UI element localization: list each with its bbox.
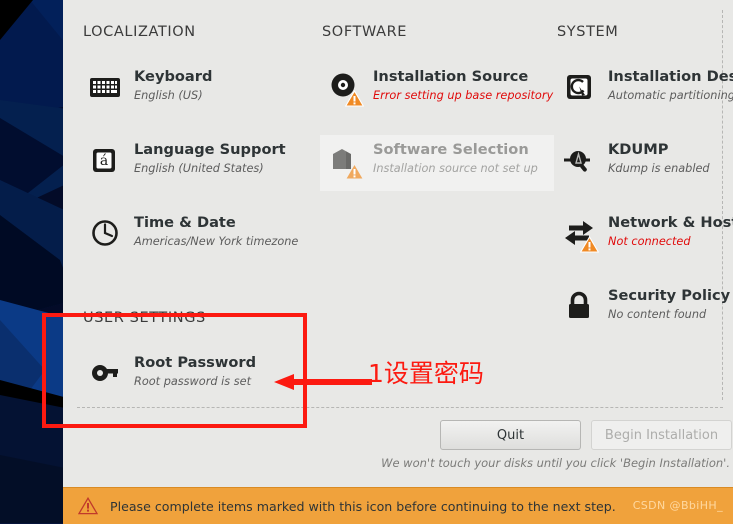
warning-triangle-icon — [345, 90, 364, 107]
hub-content-area: LOCALIZATION Keyboard English (US) á Lan… — [63, 0, 733, 485]
spoke-status: Americas/New York timezone — [134, 234, 299, 248]
spoke-software-selection[interactable]: Software Selection Installation source n… — [320, 135, 554, 191]
keyboard-icon — [87, 69, 123, 105]
column-system: SYSTEM Installation Destination Automati… — [555, 24, 733, 354]
spoke-text: Root Password Root password is set — [134, 354, 256, 388]
column-user-settings: USER SETTINGS Root Password Root passwor… — [81, 310, 311, 421]
time-and-date-clock-icon — [87, 215, 123, 251]
spoke-title: Root Password — [134, 354, 257, 371]
installation-destination-disk-icon — [561, 69, 597, 105]
spoke-kdump[interactable]: KDUMP Kdump is enabled — [555, 135, 733, 191]
spoke-text: KDUMP Kdump is enabled — [608, 141, 710, 175]
installation-summary-window: LOCALIZATION Keyboard English (US) á Lan… — [63, 0, 733, 523]
spoke-installation-destination[interactable]: Installation Destination Automatic parti… — [555, 62, 733, 118]
spoke-root-password[interactable]: Root Password Root password is set — [81, 348, 311, 404]
column-title-system: SYSTEM — [557, 24, 619, 40]
spoke-installation-source[interactable]: Installation Source Error setting up bas… — [320, 62, 553, 118]
annotation-label: 1设置密码 — [368, 359, 484, 388]
column-localization: LOCALIZATION Keyboard English (US) á Lan… — [81, 24, 303, 281]
installation-source-disc-icon — [326, 69, 364, 107]
spoke-text: Installation Source Error setting up bas… — [373, 68, 553, 102]
spoke-title: KDUMP — [608, 141, 669, 158]
spoke-text: Security Policy No content found — [608, 287, 730, 321]
spoke-status: English (United States) — [134, 161, 264, 175]
watermark-text: CSDN @BbiHH_ — [632, 499, 723, 512]
network-host-name-icon — [561, 215, 599, 253]
spoke-text: Language Support English (United States) — [134, 141, 286, 175]
spoke-title: Security Policy — [608, 287, 731, 304]
spoke-text: Installation Destination Automatic parti… — [608, 68, 733, 102]
column-title-localization: LOCALIZATION — [83, 24, 196, 40]
spoke-title: Network & Host Name — [608, 214, 733, 231]
disclaimer-text: We won't touch your disks until you clic… — [381, 456, 730, 470]
kdump-magnifier-icon — [561, 142, 597, 178]
svg-text:á: á — [100, 153, 108, 169]
root-password-key-icon — [87, 355, 123, 391]
warning-triangle-icon — [580, 236, 599, 253]
spoke-title: Time & Date — [134, 214, 236, 231]
software-selection-package-icon — [326, 142, 364, 180]
spoke-language-support[interactable]: á Language Support English (United State… — [81, 135, 303, 191]
spoke-title: Software Selection — [373, 141, 529, 158]
spoke-status: Automatic partitioning selected — [608, 88, 733, 102]
spoke-text: Software Selection Installation source n… — [373, 141, 538, 175]
column-software: SOFTWARE Installation Source Error setti… — [320, 24, 554, 208]
spoke-status: Not connected — [608, 234, 691, 248]
spoke-security-policy[interactable]: Security Policy No content found — [555, 281, 733, 337]
spoke-network-and-host-name[interactable]: Network & Host Name Not connected — [555, 208, 733, 264]
warning-triangle-icon — [77, 496, 99, 515]
warning-triangle-icon — [345, 163, 364, 180]
begin-installation-button[interactable]: Begin Installation — [591, 420, 732, 450]
spoke-title: Installation Destination — [608, 68, 733, 85]
spoke-text: Time & Date Americas/New York timezone — [134, 214, 298, 248]
warning-bar-message: Please complete items marked with this i… — [110, 498, 616, 514]
spoke-text: Keyboard English (US) — [134, 68, 212, 102]
spoke-text: Network & Host Name Not connected — [608, 214, 733, 248]
spoke-title: Language Support — [134, 141, 286, 158]
spoke-keyboard[interactable]: Keyboard English (US) — [81, 62, 303, 118]
spoke-time-and-date[interactable]: Time & Date Americas/New York timezone — [81, 208, 303, 264]
spoke-title: Keyboard — [134, 68, 213, 85]
spoke-status: English (US) — [134, 88, 203, 102]
spoke-status: Root password is set — [134, 374, 251, 388]
column-title-user-settings: USER SETTINGS — [83, 310, 206, 326]
action-bar: Quit Begin Installation We won't touch y… — [63, 415, 733, 485]
spoke-status: Kdump is enabled — [608, 161, 710, 175]
quit-button[interactable]: Quit — [440, 420, 581, 450]
language-support-icon: á — [87, 142, 123, 178]
spoke-status: No content found — [608, 307, 707, 321]
spoke-title: Installation Source — [373, 68, 529, 85]
warning-bar: Please complete items marked with this i… — [63, 487, 733, 524]
column-title-software: SOFTWARE — [322, 24, 408, 40]
spoke-status: Error setting up base repository — [373, 88, 554, 102]
security-policy-lock-icon — [561, 288, 597, 324]
spoke-status: Installation source not set up — [373, 161, 538, 175]
